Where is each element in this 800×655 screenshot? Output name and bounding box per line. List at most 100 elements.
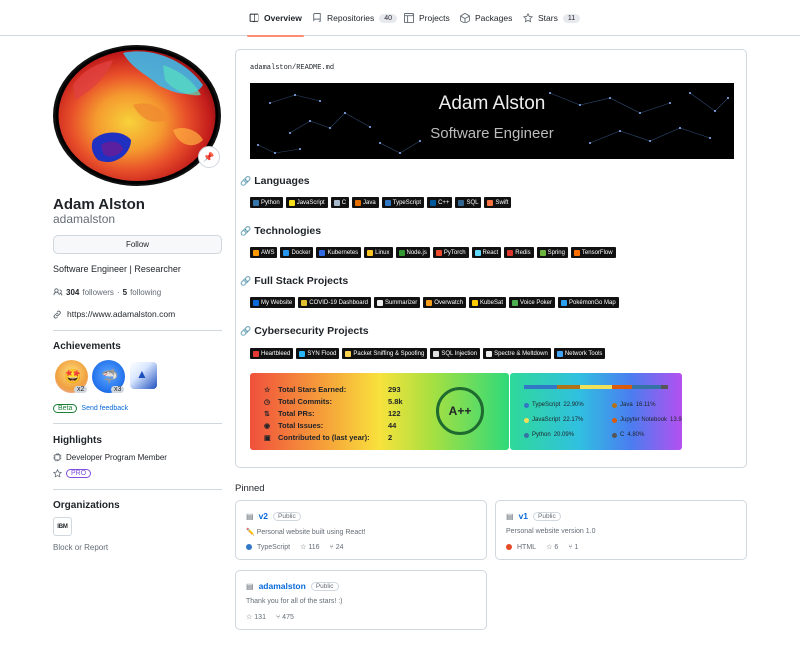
badge-label: TensorFlow [581, 249, 613, 256]
badge-kubesat[interactable]: KubeSat [468, 297, 506, 308]
tab-label: Overview [264, 13, 302, 23]
status-emoji-button[interactable]: 📌 [198, 146, 220, 168]
badge-syn-flood[interactable]: SYN Flood [296, 348, 340, 359]
lang-name: Java [620, 402, 633, 408]
following-count[interactable]: 5 [123, 288, 127, 297]
link-icon[interactable]: 🔗 [240, 226, 251, 237]
badge-spring[interactable]: Spring [536, 247, 568, 258]
link-icon[interactable]: 🔗 [240, 326, 251, 337]
badge-covid-19-dashboard[interactable]: COVID-19 Dashboard [298, 297, 371, 308]
badge-aws[interactable]: AWS [250, 247, 278, 258]
avatar[interactable] [53, 45, 221, 186]
badge-pytorch[interactable]: PyTorch [432, 247, 469, 258]
badge-heartbleed[interactable]: Heartbleed [250, 348, 294, 359]
pinned-title: Pinned [235, 483, 265, 494]
badge-docker[interactable]: Docker [280, 247, 314, 258]
link-icon[interactable]: 🔗 [240, 176, 251, 187]
stat-label: Total Issues: [278, 421, 324, 430]
badge-linux[interactable]: Linux [364, 247, 393, 258]
follow-button[interactable]: Follow [53, 235, 222, 254]
cybersecurity-projects-badges: Heartbleed SYN Flood Packet Sniffing & Spo… [250, 348, 606, 359]
badge-summarizer[interactable]: Summarizer [373, 297, 421, 308]
badge-label: PokémonGo Map [569, 299, 616, 306]
repo-stars-link[interactable]: ☆ 6 [546, 543, 558, 552]
stat-row-prs: ⇅ Total PRs: 122 [264, 409, 401, 418]
lang-dot [612, 417, 617, 423]
lang-percent: 20.09% [553, 432, 575, 438]
badge-label: Linux [375, 249, 390, 256]
badge-node-js[interactable]: Node.js [395, 247, 430, 258]
following-label[interactable]: following [130, 288, 161, 297]
badge-voice-poker[interactable]: Voice Poker [509, 297, 556, 308]
link-icon[interactable]: 🔗 [240, 276, 251, 287]
badge-sql-injection[interactable]: SQL Injection [430, 348, 481, 359]
badge-label: AWS [261, 249, 275, 256]
tab-packages[interactable]: Packages [460, 0, 512, 36]
send-feedback-link[interactable]: Send feedback [81, 405, 128, 412]
badge-my-website[interactable]: My Website [250, 297, 296, 308]
repo-name-link[interactable]: v2 [259, 511, 268, 521]
badge-label: Summarizer [384, 299, 418, 306]
repo-name-link[interactable]: v1 [519, 511, 528, 521]
repo-icon: ▤ [506, 511, 514, 521]
badge-c[interactable]: C [330, 197, 350, 208]
achievement-arctic-code-vault[interactable]: ▲ [130, 362, 157, 389]
breadcrumb-user[interactable]: adamalston [250, 64, 292, 72]
shark-icon: 🦈 [101, 368, 119, 384]
badge-pok-mongo-map[interactable]: PokémonGo Map [558, 297, 619, 308]
badge-spectre-meltdown[interactable]: Spectre & Meltdown [483, 348, 551, 359]
github-stats-card[interactable]: ☆ Total Stars Earned: 293 ◷ Total Commit… [250, 373, 509, 450]
tab-repositories[interactable]: Repositories 40 [312, 0, 398, 36]
badge-label: Node.js [406, 249, 427, 256]
badge-network-tools[interactable]: Network Tools [553, 348, 606, 359]
badge-label: My Website [261, 299, 293, 306]
badge-react[interactable]: React [471, 247, 502, 258]
org-ibm-avatar[interactable]: IBM [53, 517, 72, 536]
badge-logo-icon [301, 299, 308, 306]
pushpin-icon: 📌 [203, 151, 215, 162]
badge-logo-icon [355, 199, 362, 206]
lang-name: Python [532, 432, 551, 438]
badge-overwatch[interactable]: Overwatch [423, 297, 466, 308]
badge-javascript[interactable]: JavaScript [285, 197, 328, 208]
website-url[interactable]: https://www.adamalston.com [67, 309, 175, 319]
language-bar [524, 385, 668, 389]
badge-java[interactable]: Java [352, 197, 379, 208]
badge-redis[interactable]: Redis [504, 247, 534, 258]
badge-tensorflow[interactable]: TensorFlow [570, 247, 616, 258]
block-or-report-link[interactable]: Block or Report [53, 543, 108, 552]
repo-language: TypeScript [246, 544, 290, 551]
tab-projects[interactable]: Projects [404, 0, 450, 36]
breadcrumb-file[interactable]: README.md [296, 64, 334, 72]
followers-count[interactable]: 304 [66, 288, 79, 297]
repo-stars-link[interactable]: ☆ 131 [246, 613, 266, 622]
lang-item: Java 16.11% [612, 402, 656, 408]
top-languages-card[interactable]: TypeScript 22.90% Java 16.11% JavaScript… [510, 373, 682, 450]
badge-c[interactable]: C++ [427, 197, 453, 208]
badge-logo-icon [458, 199, 465, 206]
rank-grade: A++ [448, 404, 472, 418]
banner-role: Software Engineer [430, 125, 554, 142]
repo-forks-link[interactable]: ⑂ 24 [330, 544, 344, 551]
badge-swift[interactable]: Swift [484, 197, 512, 208]
badge-label: Overwatch [434, 299, 463, 306]
followers-label[interactable]: followers [82, 288, 114, 297]
repo-forks-link[interactable]: ⑂ 1 [568, 544, 578, 551]
stars-count-badge: 11 [562, 13, 581, 23]
badge-label: C++ [438, 199, 450, 206]
follow-separator: · [116, 287, 120, 297]
repo-name-link[interactable]: adamalston [259, 581, 306, 591]
badge-python[interactable]: Python [250, 197, 283, 208]
star-icon: ☆ [546, 544, 553, 551]
tab-stars[interactable]: Stars 11 [523, 0, 581, 36]
badge-kubernetes[interactable]: Kubernetes [316, 247, 362, 258]
badge-packet-sniffing-spoofing[interactable]: Packet Sniffing & Spoofing [342, 348, 428, 359]
badge-sql[interactable]: SQL [455, 197, 482, 208]
repo-forks-link[interactable]: ⑂ 475 [276, 614, 294, 621]
lang-dot [612, 432, 617, 438]
badge-typescript[interactable]: TypeScript [381, 197, 425, 208]
repo-stars-link[interactable]: ☆ 116 [300, 543, 319, 552]
tab-overview[interactable]: Overview [247, 0, 304, 37]
achievements-title[interactable]: Achievements [53, 341, 121, 352]
website-link[interactable]: https://www.adamalston.com [53, 309, 175, 319]
